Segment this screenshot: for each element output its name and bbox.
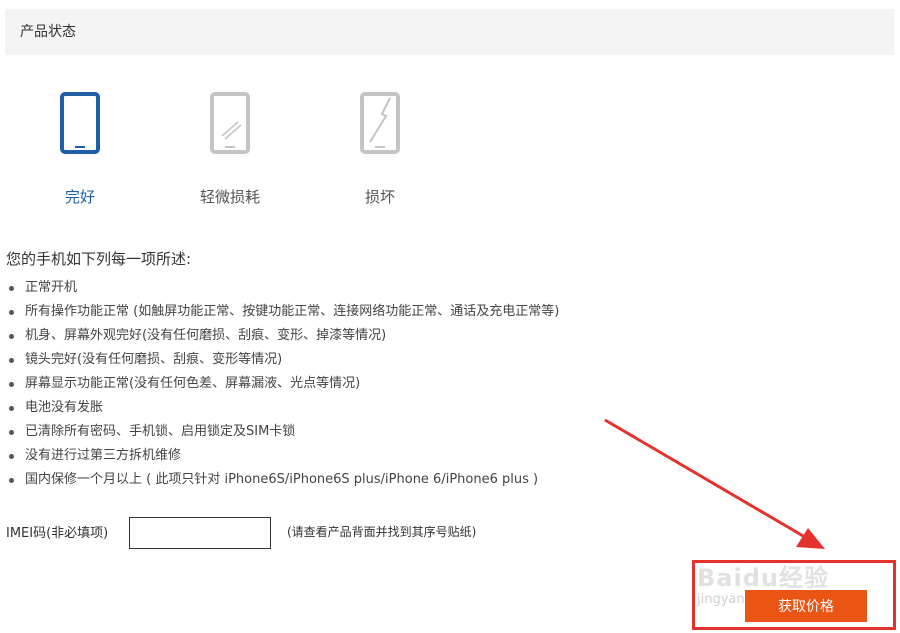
condition-label: 轻微损耗: [199, 188, 260, 206]
checklist-item: 机身、屏幕外观完好(没有任何磨损、刮痕、变形、掉漆等情况): [6, 324, 559, 348]
phone-scratched-icon: [210, 92, 250, 154]
phone-intact-icon: [60, 92, 100, 154]
watermark-logo: Baidu经验: [697, 564, 829, 592]
checklist-item: 所有操作功能正常 (如触屏功能正常、按键功能正常、连接网络功能正常、通话及充电正…: [6, 300, 559, 324]
imei-input[interactable]: [129, 517, 271, 549]
condition-label: 完好: [64, 188, 95, 206]
checklist-item: 国内保修一个月以上 ( 此项只针对 iPhone6S/iPhone6S plus…: [6, 468, 559, 492]
condition-option-minor-wear[interactable]: 轻微损耗: [175, 92, 285, 207]
description-title: 您的手机如下列每一项所述:: [6, 250, 192, 268]
checklist-item: 已清除所有密码、手机锁、启用锁定及SIM卡锁: [6, 420, 559, 444]
get-quote-button[interactable]: 获取价格: [745, 590, 867, 622]
condition-option-damaged[interactable]: 损坏: [325, 92, 435, 207]
checklist-item: 正常开机: [6, 276, 559, 300]
section-header: 产品状态: [5, 9, 894, 55]
condition-checklist: 正常开机 所有操作功能正常 (如触屏功能正常、按键功能正常、连接网络功能正常、通…: [6, 276, 559, 492]
section-title: 产品状态: [20, 24, 76, 40]
checklist-item: 电池没有发胀: [6, 396, 559, 420]
imei-hint: (请查看产品背面并找到其序号贴纸): [287, 525, 477, 539]
condition-option-intact[interactable]: 完好: [25, 92, 135, 207]
phone-cracked-icon: [360, 92, 400, 154]
checklist-item: 镜头完好(没有任何磨损、刮痕、变形等情况): [6, 348, 559, 372]
condition-label: 损坏: [364, 188, 395, 206]
imei-label: IMEI码(非必填项): [6, 526, 109, 541]
checklist-item: 没有进行过第三方拆机维修: [6, 444, 559, 468]
checklist-item: 屏幕显示功能正常(没有任何色差、屏幕漏液、光点等情况): [6, 372, 559, 396]
